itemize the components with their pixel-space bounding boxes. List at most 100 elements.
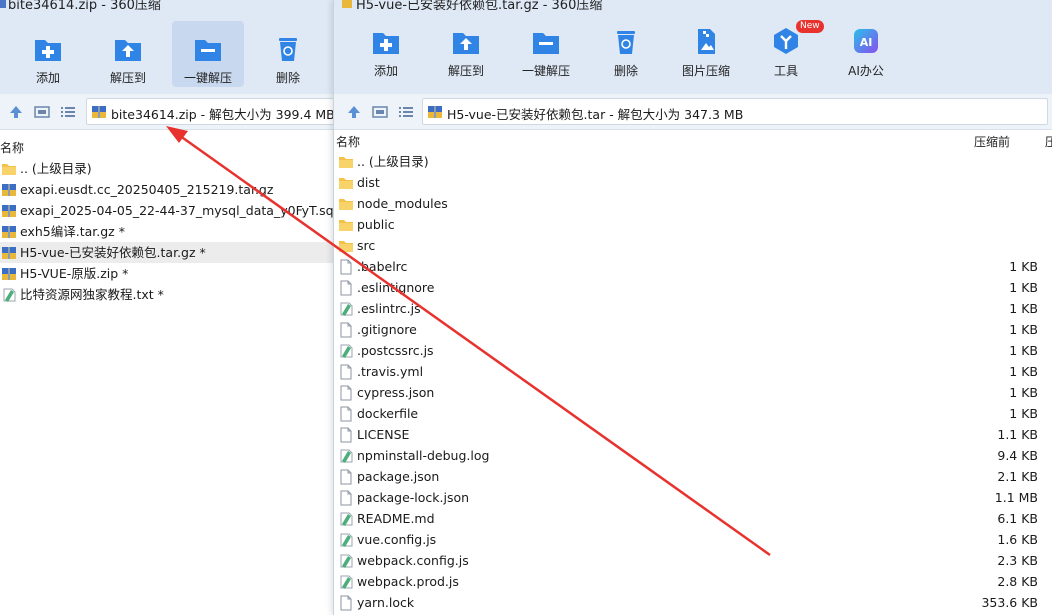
tools-button[interactable]: New 工具 (750, 20, 824, 87)
archive-app-icon (342, 0, 352, 8)
file-row[interactable]: cypress.json 1 KB (334, 382, 1052, 403)
file-row[interactable]: .travis.yml 1 KB (334, 361, 1052, 382)
add-button[interactable]: 添加 (350, 21, 422, 87)
folder-icon (339, 241, 353, 252)
file-name: yarn.lock (357, 595, 415, 610)
list-view-icon[interactable] (398, 104, 414, 120)
image-compress-icon (698, 29, 715, 54)
file-icon (340, 385, 352, 401)
file-size: 1 KB (1009, 259, 1038, 274)
file-icon (340, 406, 352, 422)
left-titlebar[interactable]: bite34614.zip - 360压缩 (0, 0, 340, 16)
file-row[interactable]: node_modules (334, 193, 1052, 214)
file-row[interactable]: README.md 6.1 KB (334, 508, 1052, 529)
file-size: 1.1 KB (997, 427, 1038, 442)
script-file-icon (340, 449, 353, 463)
script-file-icon (340, 554, 353, 568)
file-row[interactable]: 比特资源网独家教程.txt * (0, 284, 340, 305)
file-icon (340, 490, 352, 506)
file-row[interactable]: webpack.prod.js 2.8 KB (334, 571, 1052, 592)
file-row[interactable]: src (334, 235, 1052, 256)
file-row[interactable]: .. (上级目录) (334, 151, 1052, 172)
view-mode-icon[interactable] (372, 104, 388, 120)
file-row[interactable]: LICENSE 1.1 KB (334, 424, 1052, 445)
extract-to-icon (115, 40, 141, 61)
file-row[interactable]: .eslintrc.js 1 KB (334, 298, 1052, 319)
file-row[interactable]: .postcssrc.js 1 KB (334, 340, 1052, 361)
column-compressed-size[interactable]: 压缩前 (974, 133, 1010, 150)
column-name[interactable]: 名称 (336, 133, 360, 150)
ai-office-icon: AI (854, 29, 878, 53)
left-column-header[interactable]: 名称 (0, 136, 340, 156)
file-name: .postcssrc.js (357, 343, 434, 358)
right-archive-window: H5-vue-已安装好依赖包.tar.gz - 360压缩 添加 解压到 一键解… (333, 0, 1052, 615)
file-row[interactable]: dist (334, 172, 1052, 193)
right-window-title: H5-vue-已安装好依赖包.tar.gz - 360压缩 (356, 0, 603, 13)
file-size: 353.6 KB (981, 595, 1038, 610)
delete-button[interactable]: 删除 (590, 21, 662, 87)
file-name: webpack.prod.js (357, 574, 459, 589)
right-path-bar[interactable]: H5-vue-已安装好依赖包.tar - 解包大小为 347.3 MB (422, 98, 1048, 125)
file-size: 1.1 MB (994, 490, 1038, 505)
file-name: node_modules (357, 196, 448, 211)
one-click-extract-icon (195, 40, 221, 61)
add-icon (373, 33, 399, 54)
file-icon (340, 595, 352, 611)
list-view-icon[interactable] (60, 104, 76, 120)
file-row[interactable]: public (334, 214, 1052, 235)
folder-icon (339, 178, 353, 189)
right-column-header: 名称 压缩前 压 (334, 130, 1052, 150)
file-row[interactable]: .eslintignore 1 KB (334, 277, 1052, 298)
image-compress-button[interactable]: 图片压缩 (670, 21, 742, 87)
column-name[interactable]: 名称 (0, 139, 24, 156)
add-icon (35, 40, 61, 61)
archive-icon (2, 184, 16, 196)
left-navbar: bite34614.zip - 解包大小为 399.4 MB (0, 94, 340, 130)
file-row[interactable]: exapi_2025-04-05_22-44-37_mysql_data_y0F… (0, 200, 340, 221)
delete-icon (279, 38, 297, 61)
delete-button[interactable]: 删除 (252, 21, 324, 87)
archive-icon (2, 205, 16, 217)
one-click-extract-icon (533, 33, 559, 54)
file-name: .babelrc (357, 259, 408, 274)
file-row[interactable]: H5-VUE-原版.zip * (0, 263, 340, 284)
file-size: 1 KB (1009, 322, 1038, 337)
file-row[interactable]: npminstall-debug.log 9.4 KB (334, 445, 1052, 466)
file-row[interactable]: H5-vue-已安装好依赖包.tar.gz * (0, 242, 340, 263)
file-row[interactable]: .babelrc 1 KB (334, 256, 1052, 277)
file-row[interactable]: exh5编译.tar.gz * (0, 221, 340, 242)
add-button[interactable]: 添加 (12, 21, 84, 87)
file-row[interactable]: webpack.config.js 2.3 KB (334, 550, 1052, 571)
file-name: .eslintignore (357, 280, 435, 295)
delete-icon (617, 31, 635, 54)
file-name: dockerfile (357, 406, 419, 421)
right-titlebar[interactable]: H5-vue-已安装好依赖包.tar.gz - 360压缩 (334, 0, 1052, 16)
one-click-extract-button[interactable]: 一键解压 (172, 21, 244, 87)
ai-office-button[interactable]: AI AI办公 (830, 21, 902, 87)
file-row[interactable]: yarn.lock 353.6 KB (334, 592, 1052, 613)
file-icon (340, 469, 352, 485)
column-extra[interactable]: 压 (1045, 133, 1052, 150)
file-icon (340, 364, 352, 380)
archive-icon (2, 226, 16, 238)
file-row[interactable]: dockerfile 1 KB (334, 403, 1052, 424)
view-mode-icon[interactable] (34, 104, 50, 120)
file-size: 2.3 KB (997, 553, 1038, 568)
file-size: 1.6 KB (997, 532, 1038, 547)
up-arrow-icon[interactable] (8, 104, 24, 120)
script-file-icon (3, 288, 16, 302)
one-click-extract-button[interactable]: 一键解压 (510, 21, 582, 87)
file-row[interactable]: vue.config.js 1.6 KB (334, 529, 1052, 550)
file-name: exapi.eusdt.cc_20250405_215219.tar.gz (20, 182, 274, 197)
file-row[interactable]: package-lock.json 1.1 MB (334, 487, 1052, 508)
file-name: exapi_2025-04-05_22-44-37_mysql_data_y0F… (20, 203, 340, 218)
up-arrow-icon[interactable] (346, 104, 362, 120)
file-row[interactable]: package.json 2.1 KB (334, 466, 1052, 487)
extract-to-button[interactable]: 解压到 (92, 21, 164, 87)
file-row[interactable]: .. (上级目录) (0, 158, 340, 179)
file-row[interactable]: exapi.eusdt.cc_20250405_215219.tar.gz (0, 179, 340, 200)
file-row[interactable]: .gitignore 1 KB (334, 319, 1052, 340)
left-path-bar[interactable]: bite34614.zip - 解包大小为 399.4 MB (86, 98, 336, 125)
tar-archive-icon (428, 106, 442, 118)
extract-to-button[interactable]: 解压到 (430, 21, 502, 87)
